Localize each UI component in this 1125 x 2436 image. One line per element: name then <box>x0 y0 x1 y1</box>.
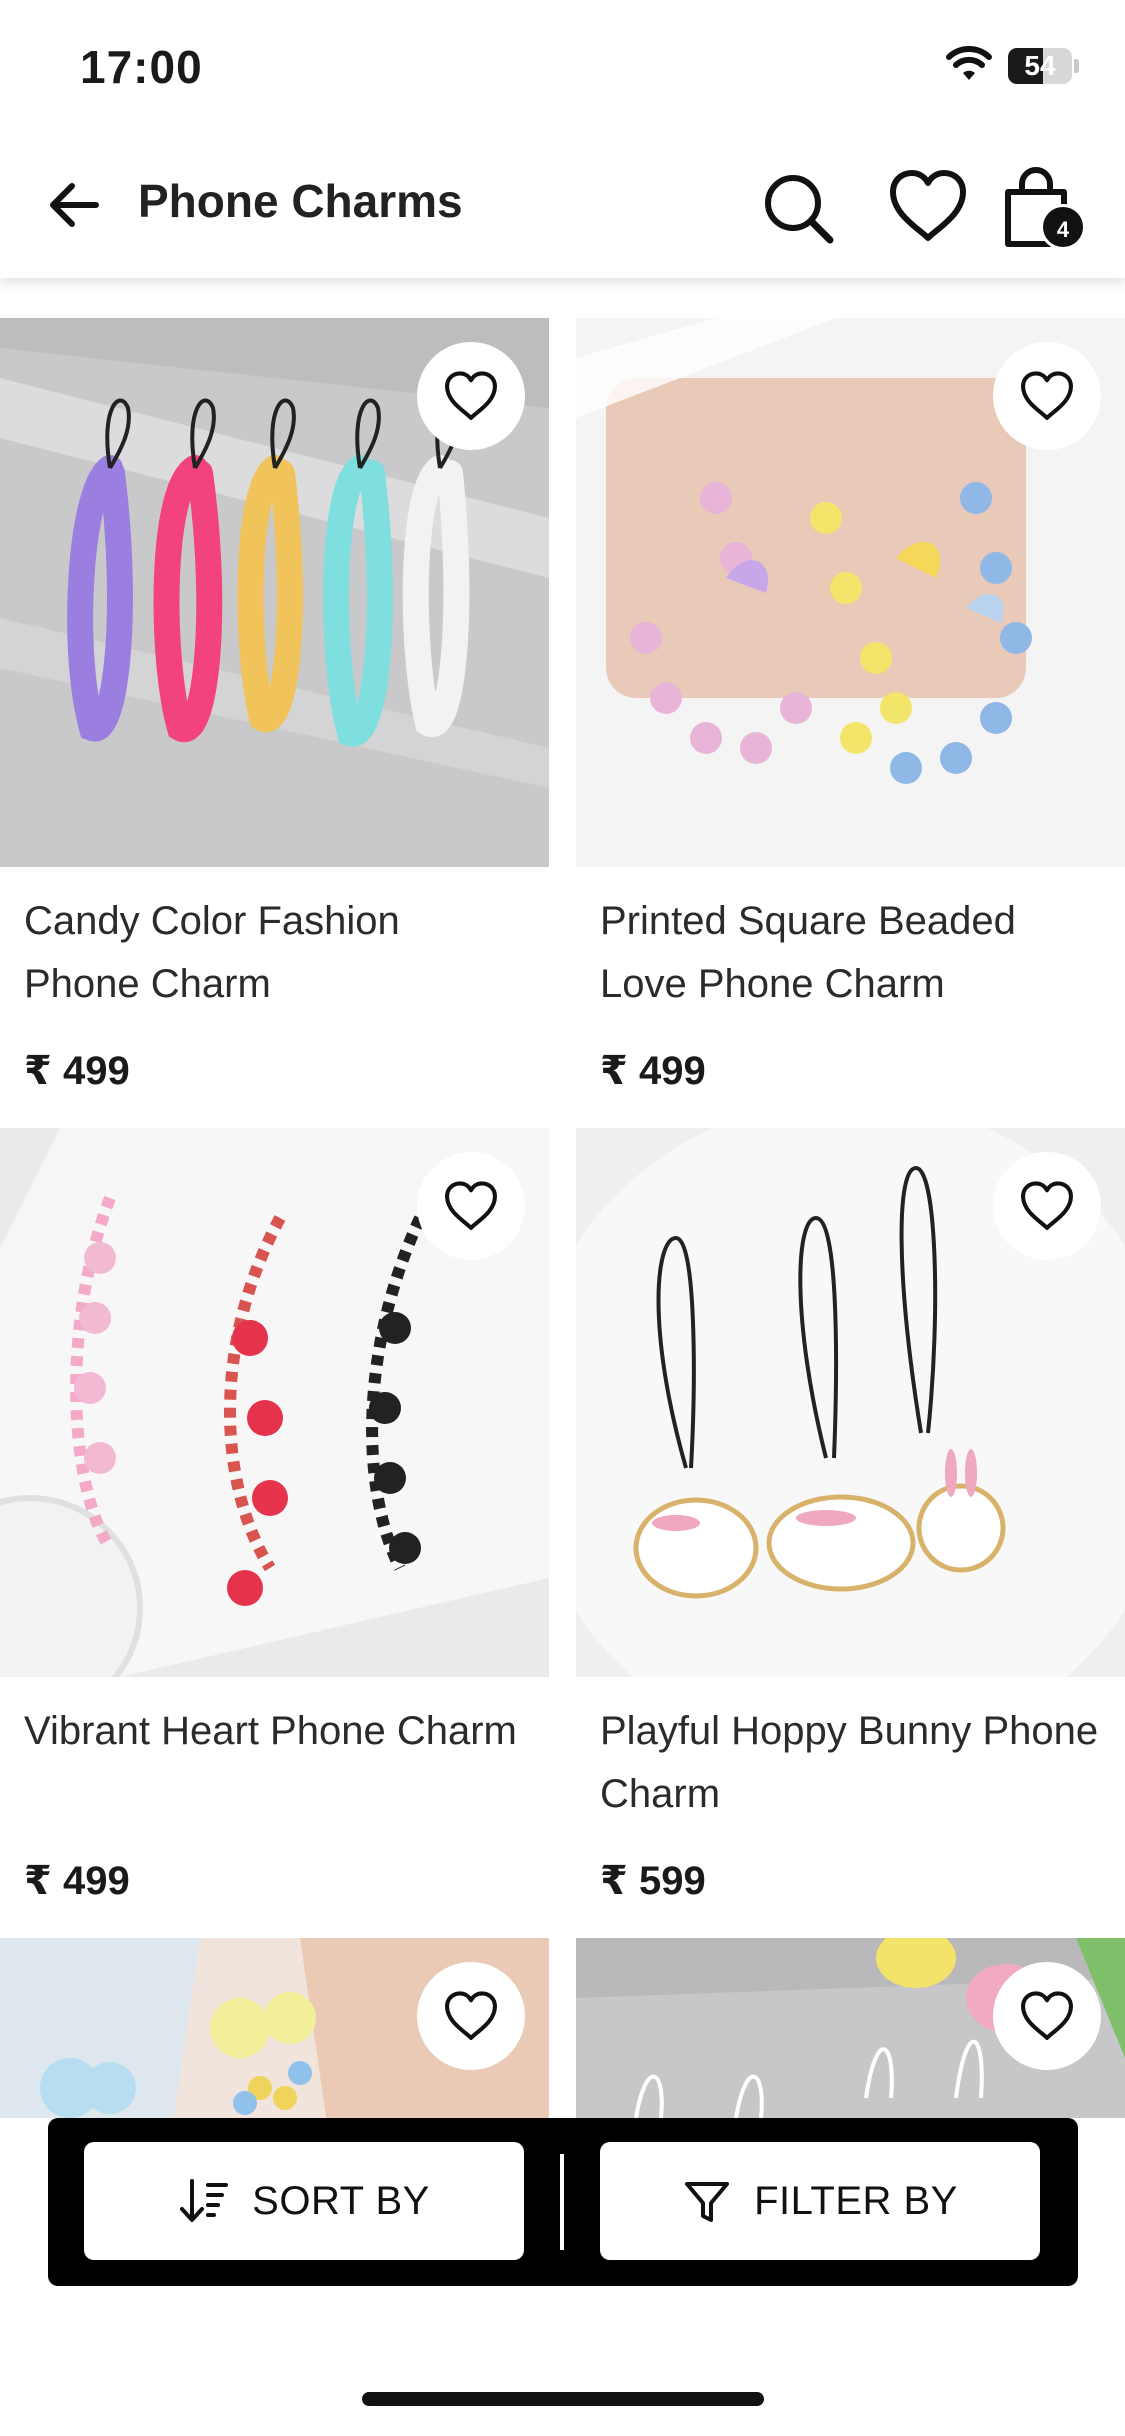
product-image[interactable] <box>576 1128 1125 1677</box>
product-price: ₹ 499 <box>24 1049 130 1093</box>
search-icon[interactable] <box>760 170 836 246</box>
product-price: ₹ 499 <box>600 1049 706 1093</box>
app-header: Phone Charms 4 <box>0 130 1125 278</box>
heart-icon[interactable] <box>888 168 968 244</box>
product-name[interactable]: Vibrant Heart Phone Charm <box>24 1700 524 1763</box>
wishlist-button[interactable] <box>417 342 525 450</box>
product-name[interactable]: Playful Hoppy Bunny Phone Charm <box>600 1700 1100 1826</box>
heart-icon <box>1021 1991 1073 2040</box>
product-image[interactable] <box>0 1128 549 1677</box>
wishlist-button[interactable] <box>417 1152 525 1260</box>
filter-by-button[interactable]: FILTER BY <box>600 2142 1040 2260</box>
wishlist-button[interactable] <box>417 1962 525 2070</box>
battery-level: 54 <box>1024 50 1056 81</box>
heart-icon <box>1021 1181 1073 1230</box>
product-name[interactable]: Printed Square Beaded Love Phone Charm <box>600 890 1100 1016</box>
cart-button[interactable]: 4 <box>998 164 1090 256</box>
product-name[interactable]: Candy Color Fashion Phone Charm <box>24 890 524 1016</box>
filter-icon <box>685 2182 730 2222</box>
sort-filter-bar: SORT BY FILTER BY <box>48 2118 1078 2286</box>
product-image[interactable] <box>576 318 1125 867</box>
sort-icon <box>180 2179 229 2222</box>
status-bar: 17:00 54 <box>0 0 1125 130</box>
product-image[interactable] <box>0 318 549 867</box>
heart-icon <box>1021 371 1073 420</box>
battery-icon: 54 <box>1008 48 1079 84</box>
wishlist-button[interactable] <box>993 1962 1101 2070</box>
product-price: ₹ 499 <box>24 1859 130 1903</box>
cart-count-badge: 4 <box>1040 204 1086 250</box>
status-time: 17:00 <box>80 41 203 93</box>
bar-divider <box>560 2154 564 2250</box>
wishlist-button[interactable] <box>993 1152 1101 1260</box>
sort-by-label: SORT BY <box>252 2178 430 2223</box>
product-price: ₹ 599 <box>600 1859 706 1903</box>
heart-icon <box>445 1181 497 1230</box>
arrow-left-icon[interactable] <box>40 170 110 240</box>
wishlist-button[interactable] <box>993 342 1101 450</box>
filter-by-label: FILTER BY <box>754 2178 958 2223</box>
home-indicator <box>362 2392 764 2406</box>
page-title: Phone Charms <box>138 175 463 227</box>
sort-by-button[interactable]: SORT BY <box>84 2142 524 2260</box>
heart-icon <box>445 371 497 420</box>
wifi-icon <box>946 46 992 80</box>
heart-icon <box>445 1991 497 2040</box>
